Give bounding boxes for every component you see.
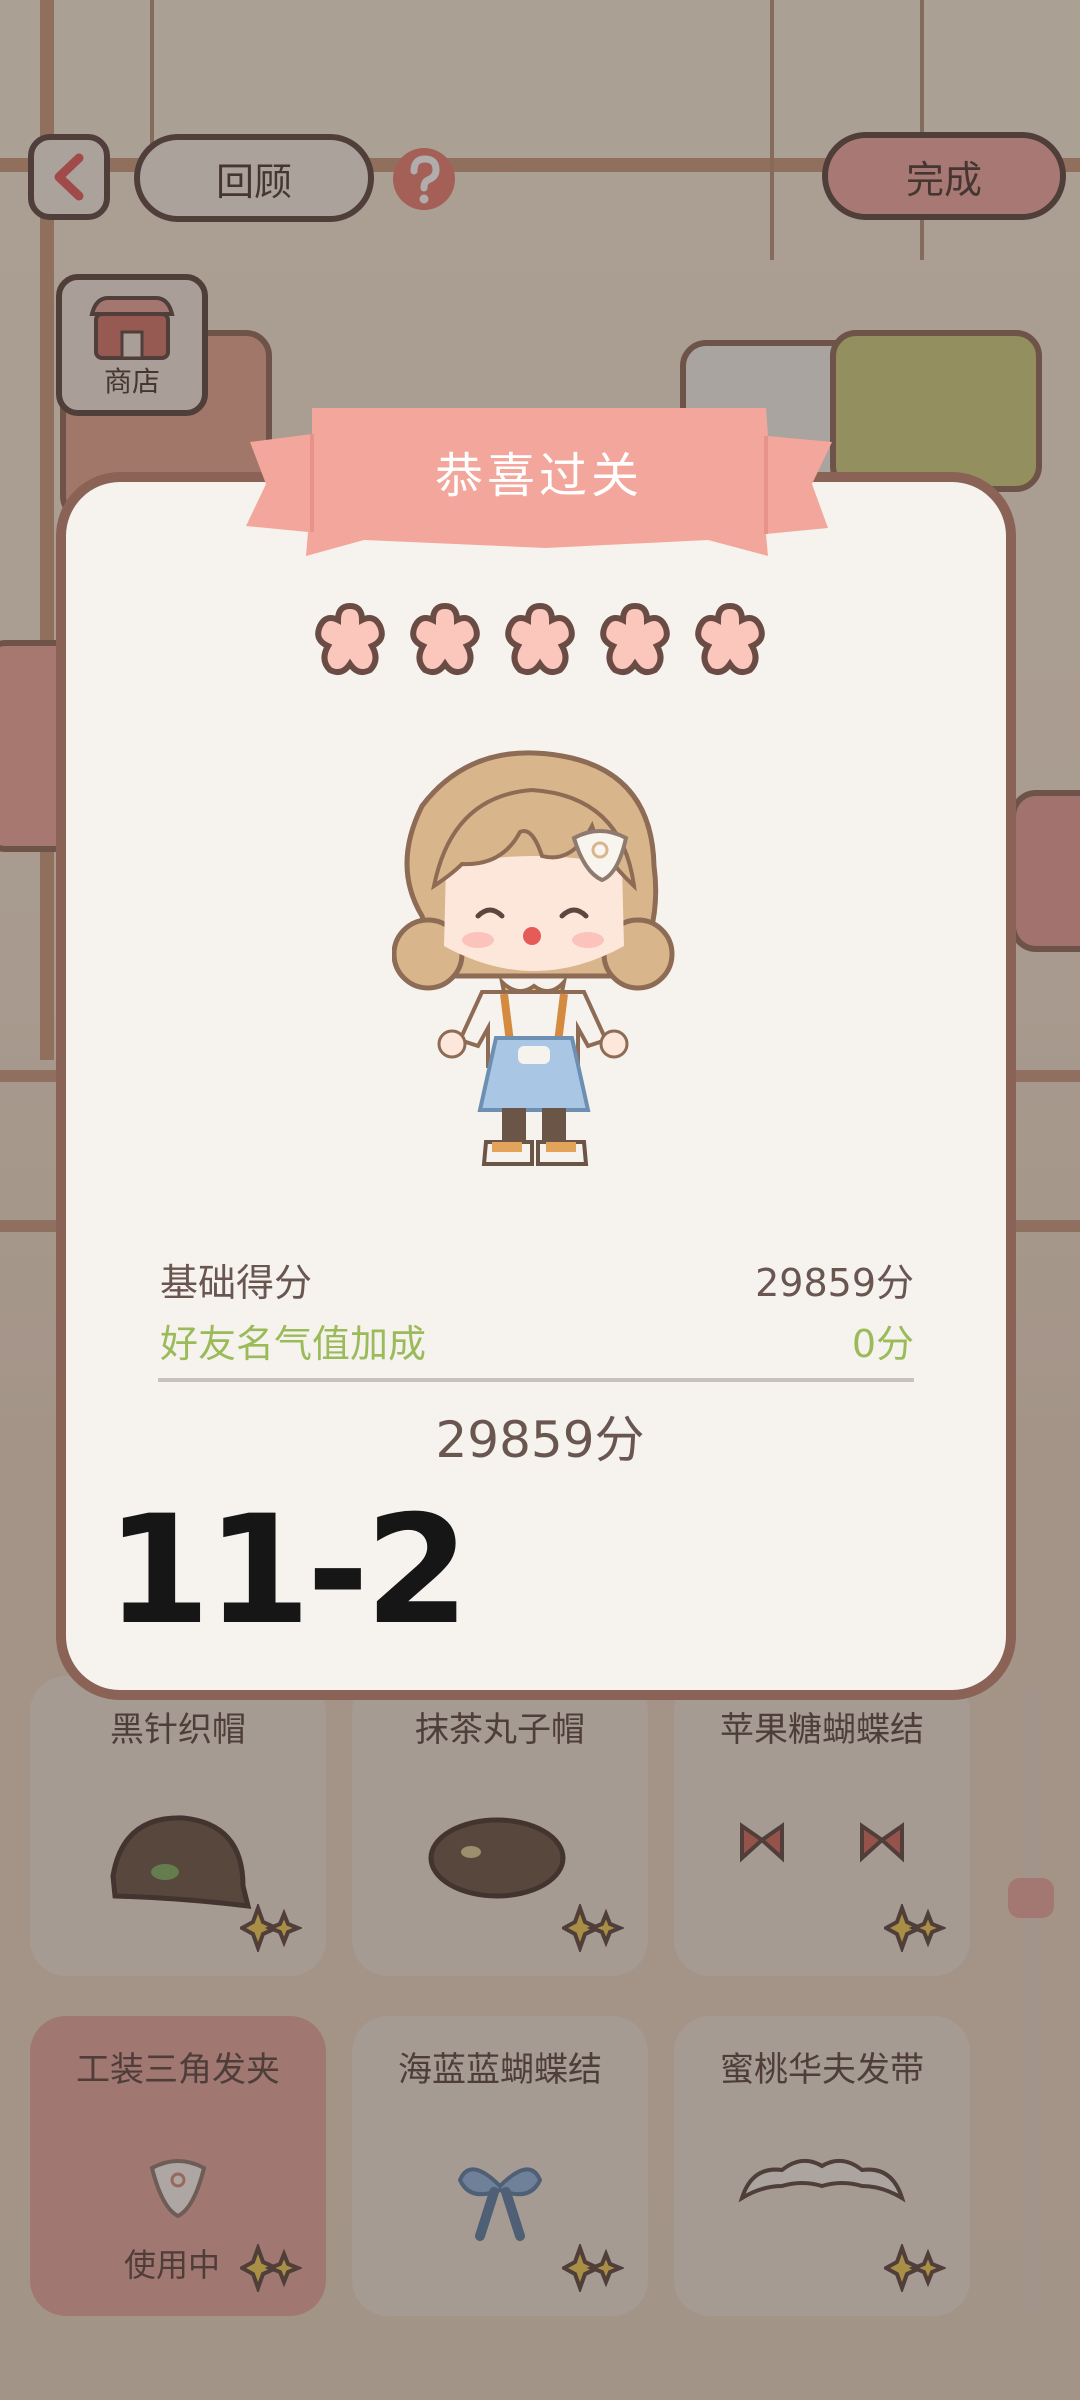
bonus-score-row: 好友名气值加成 0分 xyxy=(160,1313,914,1368)
bonus-label: 好友名气值加成 xyxy=(160,1322,427,1366)
star-rating xyxy=(310,600,770,684)
base-score-row: 基础得分 29859分 xyxy=(160,1252,914,1307)
character-avatar xyxy=(392,750,675,1166)
bonus-value: 0分 xyxy=(851,1322,914,1366)
flower-star-icon xyxy=(695,602,765,675)
dialog-title: 恭喜过关 xyxy=(434,448,643,504)
score-divider xyxy=(158,1378,914,1382)
flower-star-icon xyxy=(600,602,670,675)
level-number-overlay: 11-2 xyxy=(106,1484,469,1658)
total-score: 29859分 xyxy=(435,1411,645,1469)
flower-star-icon xyxy=(315,602,385,675)
flower-star-icon xyxy=(410,602,480,675)
base-score-value: 29859分 xyxy=(755,1261,914,1305)
flower-star-icon xyxy=(505,602,575,675)
base-score-label: 基础得分 xyxy=(160,1261,313,1305)
